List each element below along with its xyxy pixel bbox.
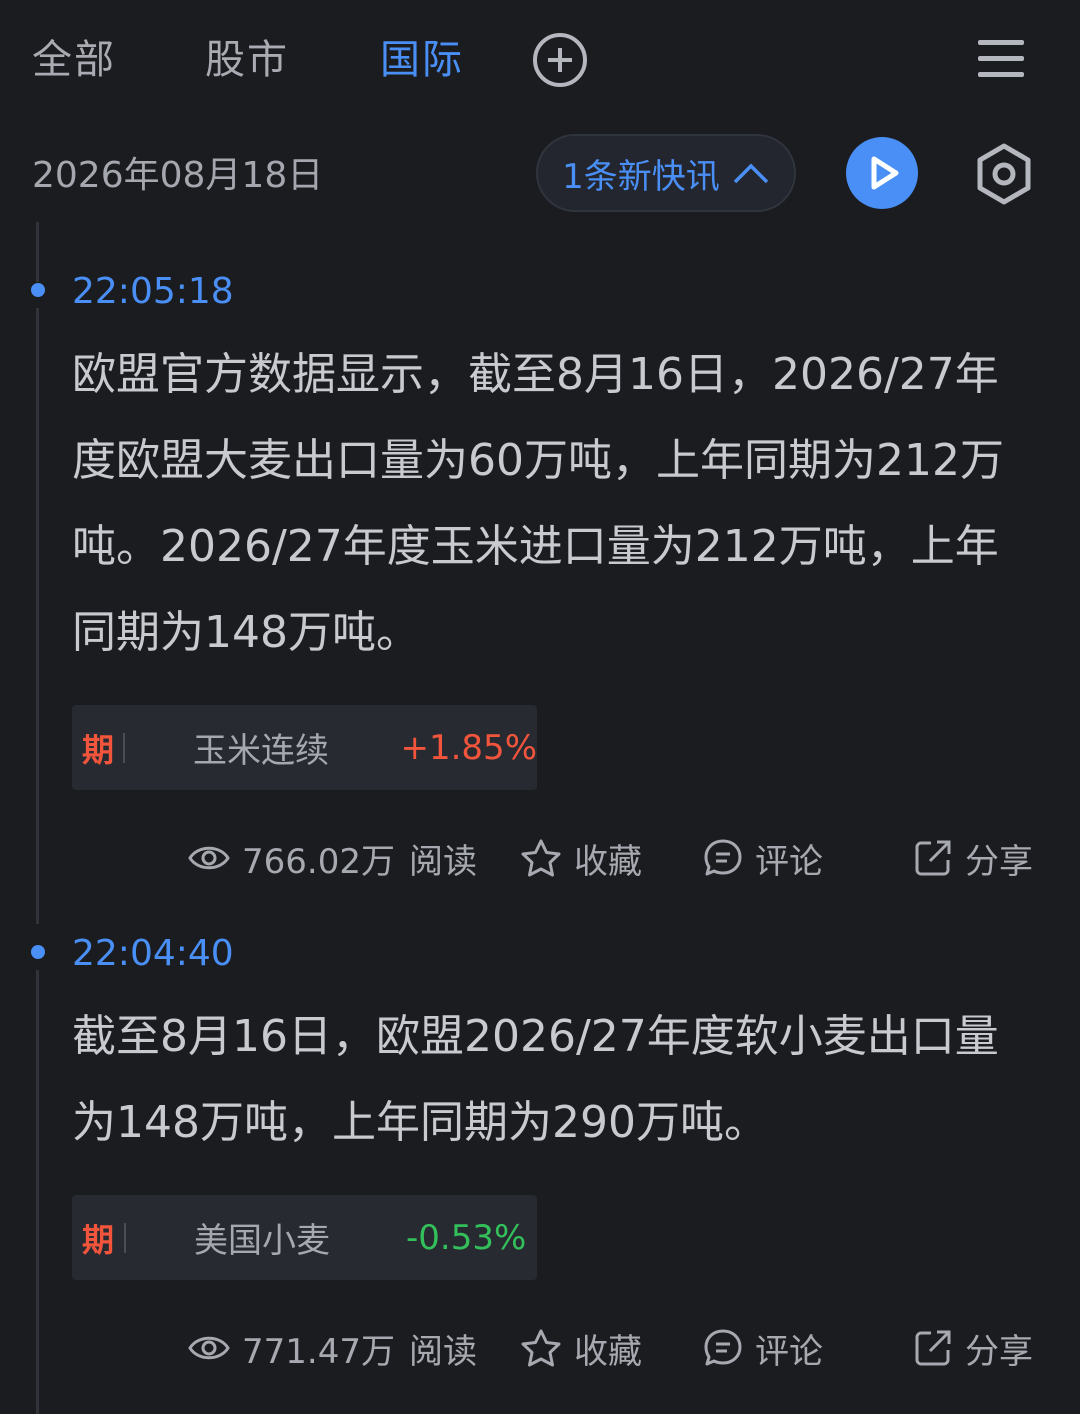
news-actions: 771.47万 阅读 收藏 评论 分享 (0, 1318, 1080, 1378)
comment-label: 评论 (755, 841, 823, 882)
tag-divider (123, 732, 126, 763)
add-tab-button[interactable] (532, 32, 588, 88)
share-icon (915, 840, 951, 876)
related-futures-tag[interactable]: 期 美国小麦 -0.53% (72, 1195, 537, 1280)
tab-stocks[interactable]: 股市 (205, 34, 289, 86)
futures-badge: 期 (82, 730, 115, 769)
play-icon (871, 156, 899, 190)
timeline-dot (31, 283, 45, 297)
share-label: 分享 (965, 841, 1033, 882)
futures-change: +1.85% (400, 727, 538, 768)
news-time: 22:04:40 (72, 933, 234, 974)
share-label: 分享 (965, 1331, 1033, 1372)
read-count: 771.47万 阅读 (188, 1318, 477, 1378)
view-count: 766.02万 (242, 841, 395, 882)
comment-icon (704, 1329, 742, 1366)
news-time: 22:05:18 (72, 271, 234, 312)
menu-button[interactable] (976, 36, 1028, 82)
favorite-button[interactable]: 收藏 (520, 828, 642, 888)
share-icon (915, 1330, 951, 1366)
news-text[interactable]: 欧盟官方数据显示，截至8月16日，2026/27年度欧盟大麦出口量为60万吨，上… (72, 332, 1022, 676)
favorite-label: 收藏 (574, 1331, 642, 1372)
gear-icon (977, 143, 1031, 205)
favorite-button[interactable]: 收藏 (520, 1318, 642, 1378)
news-actions: 766.02万 阅读 收藏 评论 分享 (0, 828, 1080, 888)
news-text[interactable]: 截至8月16日，欧盟2026/27年度软小麦出口量为148万吨，上年同期为290… (72, 994, 1022, 1166)
favorite-label: 收藏 (574, 841, 642, 882)
futures-change: -0.53% (406, 1217, 527, 1258)
related-futures-tag[interactable]: 期 玉米连续 +1.85% (72, 705, 537, 790)
star-icon (521, 1329, 561, 1367)
read-label: 阅读 (408, 841, 477, 882)
read-count: 766.02万 阅读 (188, 828, 477, 888)
comment-icon (704, 839, 742, 876)
play-button[interactable] (846, 137, 918, 209)
share-button[interactable]: 分享 (913, 828, 1033, 888)
futures-name: 美国小麦 (194, 1221, 330, 1261)
eye-icon (188, 1336, 230, 1360)
futures-name: 玉米连续 (193, 731, 330, 771)
date-label: 2026年08月18日 (32, 155, 324, 196)
tab-bar: 全部 股市 国际 (0, 0, 1080, 120)
comment-button[interactable]: 评论 (703, 1318, 823, 1378)
timeline-dot (31, 945, 45, 959)
comment-label: 评论 (755, 1331, 823, 1372)
hamburger-menu-icon (978, 40, 1024, 77)
tag-divider (124, 1222, 126, 1253)
new-flash-button[interactable]: 1条新快讯 (536, 134, 796, 212)
share-button[interactable]: 分享 (913, 1318, 1033, 1378)
chevron-up-icon (733, 163, 769, 184)
comment-button[interactable]: 评论 (703, 828, 823, 888)
tab-international[interactable]: 国际 (380, 34, 464, 86)
timeline-line (36, 222, 39, 282)
view-count: 771.47万 (242, 1331, 395, 1372)
futures-badge: 期 (82, 1220, 115, 1259)
news-flash-page: 全部 股市 国际 2026年08月18日 1条新快讯 22:05:18 欧盟官方… (0, 0, 1080, 1414)
new-flash-label: 1条新快讯 (562, 156, 720, 197)
plus-circle-icon (533, 33, 587, 87)
read-label: 阅读 (408, 1331, 477, 1372)
settings-button[interactable] (972, 142, 1036, 206)
star-icon (521, 839, 561, 877)
eye-icon (188, 846, 230, 870)
tab-all[interactable]: 全部 (32, 34, 116, 86)
